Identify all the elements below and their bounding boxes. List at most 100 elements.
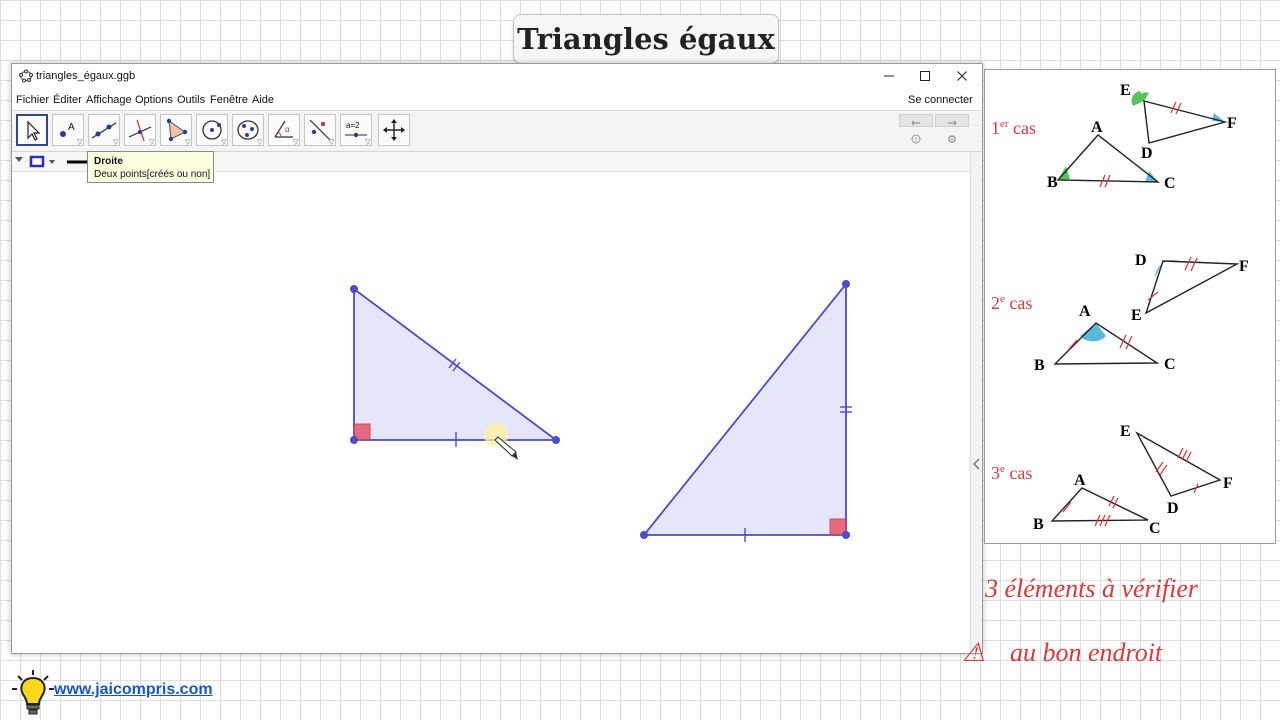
title-box: Triangles égaux [513, 14, 779, 64]
tool-move[interactable] [16, 114, 48, 146]
triangle-1[interactable] [350, 285, 560, 447]
move-view-tool-icon [383, 119, 405, 141]
svg-text:▽: ▽ [329, 139, 335, 145]
svg-text:D: D [1135, 252, 1147, 269]
tool-slider[interactable]: a=2 ▽ [340, 114, 372, 146]
tool-reflect[interactable]: ▽ [304, 114, 336, 146]
toggle-stylebar-icon[interactable] [14, 154, 24, 164]
help-icon[interactable]: ? [910, 133, 922, 145]
sign-in-link[interactable]: Se connecter [908, 94, 973, 106]
geogebra-window: triangles_égaux.ggb Fichier Éditer Affic… [11, 63, 983, 654]
tool-point[interactable]: A ▽ [52, 114, 84, 146]
menu-affichage[interactable]: Affichage [86, 94, 132, 106]
svg-text:F: F [1223, 475, 1233, 492]
vertex-point[interactable] [640, 531, 648, 539]
svg-text:a=2: a=2 [346, 121, 360, 130]
cases-diagram: E F A D B C D F E A B C E A F D B C [1033, 82, 1249, 537]
svg-text:E: E [1120, 423, 1131, 440]
svg-text:E: E [1131, 307, 1142, 324]
tool-tooltip: Droite Deux points[créés ou non] [87, 151, 214, 183]
menu-aide[interactable]: Aide [252, 94, 274, 106]
vertex-point[interactable] [842, 280, 850, 288]
case-1-triangles: E F A D B C [1047, 82, 1237, 192]
svg-text:C: C [1164, 175, 1176, 192]
vertex-point[interactable] [842, 531, 850, 539]
svg-text:F: F [1227, 115, 1237, 132]
slider-tool-icon: a=2 ▽ [345, 121, 371, 145]
graphics-view[interactable] [12, 172, 970, 652]
svg-text:D: D [1141, 145, 1153, 162]
menu-fichier[interactable]: Fichier [16, 94, 49, 106]
tool-circle[interactable]: ▽ [196, 114, 228, 146]
svg-text:B: B [1033, 516, 1044, 533]
svg-text:A: A [1091, 119, 1103, 136]
vertex-point[interactable] [552, 436, 560, 444]
redo-button[interactable] [935, 114, 969, 127]
svg-text:▽: ▽ [221, 139, 227, 145]
tool-polygon[interactable]: ▽ [160, 114, 192, 146]
svg-text:A: A [1074, 472, 1086, 489]
menu-editer[interactable]: Éditer [53, 94, 82, 106]
svg-text:B: B [1034, 357, 1045, 374]
svg-text:C: C [1164, 356, 1176, 373]
minimize-icon [884, 75, 894, 77]
tool-conic[interactable]: ▽ [232, 114, 264, 146]
window-title: triangles_égaux.ggb [36, 70, 136, 82]
close-icon [957, 71, 967, 81]
svg-text:A: A [1079, 303, 1091, 320]
line-tool-icon: ▽ [91, 122, 119, 145]
tool-line[interactable]: ▽ [88, 114, 120, 146]
cases-panel: 1er cas 2e cas 3e cas E F A D B C D F E … [984, 69, 1276, 544]
point-tool-icon: A▽ [60, 122, 83, 145]
line-thickness-icon[interactable] [65, 154, 89, 169]
minimize-button[interactable] [874, 66, 904, 86]
undo-button[interactable] [899, 114, 933, 127]
case-3-triangles: E A F D B C [1033, 423, 1233, 537]
geometry-canvas[interactable] [12, 172, 970, 652]
svg-text:▽: ▽ [149, 139, 155, 145]
side-collapse-bar[interactable] [970, 152, 982, 652]
svg-text:A: A [68, 122, 75, 133]
menu-bar: Fichier Éditer Affichage Options Outils … [12, 92, 982, 108]
handwritten-note-line1: 3 éléments à vérifier [985, 574, 1198, 603]
settings-gear-icon[interactable] [946, 133, 958, 145]
case-2-triangles: D F E A B C [1034, 252, 1249, 374]
tooltip-title: Droite [94, 156, 123, 167]
svg-text:▽: ▽ [77, 139, 83, 145]
collapse-arrow-icon[interactable] [972, 458, 981, 470]
svg-text:▽: ▽ [365, 139, 371, 145]
svg-text:▽: ▽ [293, 139, 299, 145]
maximize-button[interactable] [910, 66, 940, 86]
reflect-tool-icon: ▽ [309, 119, 335, 145]
menu-options[interactable]: Options [135, 94, 173, 106]
tool-move-view[interactable] [378, 114, 410, 146]
svg-text:▽: ▽ [113, 139, 119, 145]
svg-text:α: α [285, 125, 290, 134]
vertex-point[interactable] [350, 436, 358, 444]
svg-text:C: C [1149, 520, 1161, 537]
svg-text:E: E [1120, 82, 1131, 99]
move-tool-icon [27, 120, 41, 141]
tooltip-text: Deux points[créés ou non] [94, 169, 211, 180]
menu-fenetre[interactable]: Fenêtre [210, 94, 248, 106]
window-titlebar: triangles_égaux.ggb [12, 64, 982, 89]
svg-text:F: F [1239, 258, 1249, 275]
geogebra-app-icon [19, 69, 33, 83]
svg-text:D: D [1167, 500, 1179, 517]
tool-angle[interactable]: α ▽ [268, 114, 300, 146]
undo-icon [911, 120, 920, 126]
vertex-point[interactable] [350, 285, 358, 293]
polygon-tool-icon: ▽ [166, 118, 191, 145]
menu-outils[interactable]: Outils [177, 94, 205, 106]
handwritten-note-line2: au bon endroit [1010, 638, 1163, 667]
close-button[interactable] [947, 66, 977, 86]
triangle-2[interactable] [640, 280, 852, 542]
redo-icon [948, 120, 957, 126]
line-style-icon[interactable] [28, 154, 58, 169]
tool-perpendicular[interactable]: ▽ [124, 114, 156, 146]
angle-tool-icon: α▽ [274, 120, 299, 145]
svg-text:B: B [1047, 174, 1058, 191]
circle-tool-icon: ▽ [202, 120, 227, 145]
warning-icon: ⚠ [962, 638, 986, 667]
website-link[interactable]: www.jaicompris.com [54, 681, 213, 699]
